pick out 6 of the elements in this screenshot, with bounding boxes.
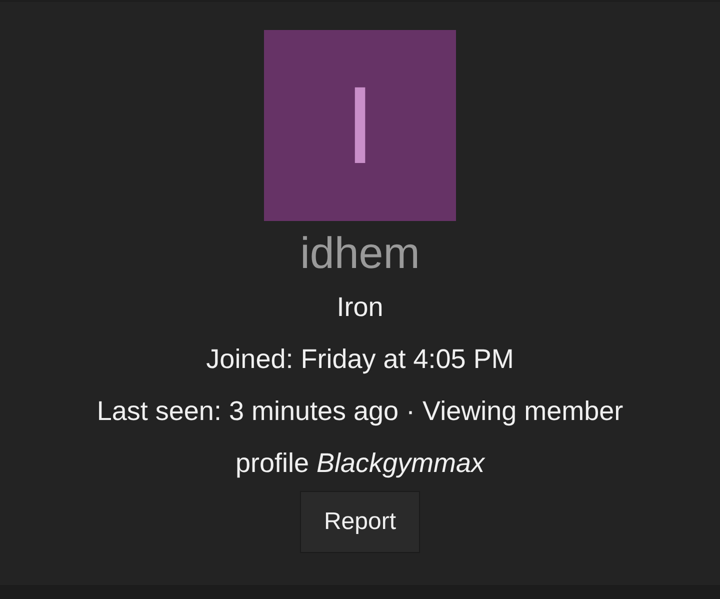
last-seen-text: Last seen: 3 minutes ago · Viewing member profile Blackgymmax [96,395,624,480]
report-button[interactable]: Report [300,491,420,553]
rank-label: Iron [336,291,384,324]
avatar: I [264,30,456,221]
joined-text: Joined: Friday at 4:05 PM [206,343,514,376]
username: idhem [300,228,420,280]
